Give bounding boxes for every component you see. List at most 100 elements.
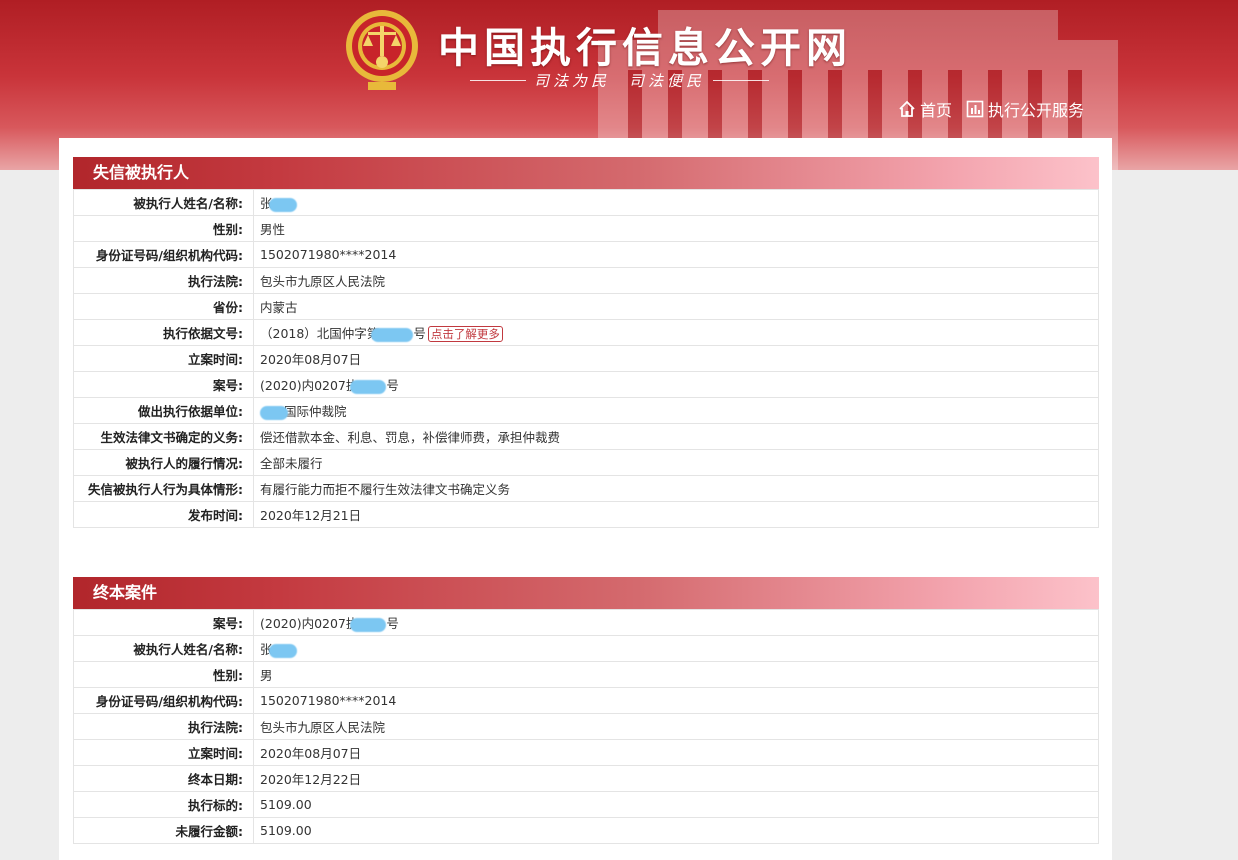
row-label: 省份: (73, 293, 254, 320)
row-value: (2020)内0207执 号 (253, 371, 1099, 398)
row-label: 立案时间: (73, 739, 254, 766)
row-value: 1502071980****2014 (253, 241, 1099, 268)
issuer-value: 国际仲裁院 (284, 404, 347, 419)
table-row: 身份证号码/组织机构代码: 1502071980****2014 (73, 241, 1099, 268)
row-value: 5109.00 (253, 791, 1099, 818)
nav-home-label: 首页 (920, 101, 953, 120)
table-row: 省份: 内蒙古 (73, 293, 1099, 320)
terminated-section: 终本案件 案号: (2020)内0207执 号 被执行人姓名/名称: 张 性别: … (73, 577, 1099, 844)
row-value: 5109.00 (253, 817, 1099, 844)
row-label: 立案时间: (73, 345, 254, 372)
row-label: 被执行人姓名/名称: (73, 189, 254, 216)
row-value: 2020年12月21日 (253, 501, 1099, 528)
row-value: 2020年08月07日 (253, 345, 1099, 372)
row-label: 失信被执行人行为具体情形: (73, 475, 254, 502)
table-row: 被执行人姓名/名称: 张 (73, 635, 1099, 662)
row-value: 男 (253, 661, 1099, 688)
table-row: 立案时间: 2020年08月07日 (73, 739, 1099, 766)
table-row: 身份证号码/组织机构代码: 1502071980****2014 (73, 687, 1099, 714)
table-row: 执行法院: 包头市九原区人民法院 (73, 713, 1099, 740)
section-title: 终本案件 (73, 577, 1099, 609)
row-value: 全部未履行 (253, 449, 1099, 476)
row-value: 有履行能力而拒不履行生效法律文书确定义务 (253, 475, 1099, 502)
row-label: 做出执行依据单位: (73, 397, 254, 424)
table-row: 执行标的: 5109.00 (73, 791, 1099, 818)
row-label: 终本日期: (73, 765, 254, 792)
row-label: 生效法律文书确定的义务: (73, 423, 254, 450)
table-row: 被执行人姓名/名称: 张 (73, 189, 1099, 216)
row-label: 执行标的: (73, 791, 254, 818)
slogan: 司法为民 司法便民 (534, 72, 706, 90)
row-label: 身份证号码/组织机构代码: (73, 687, 254, 714)
row-label: 发布时间: (73, 501, 254, 528)
row-value: 2020年12月22日 (253, 765, 1099, 792)
chart-icon (966, 100, 984, 118)
nav-home[interactable]: 首页 (898, 97, 952, 121)
table-row: 性别: 男 (73, 661, 1099, 688)
row-value: 偿还借款本金、利息、罚息，补偿律师费，承担仲裁费 (253, 423, 1099, 450)
home-icon (899, 100, 915, 117)
row-label: 身份证号码/组织机构代码: (73, 241, 254, 268)
table-row: 被执行人的履行情况: 全部未履行 (73, 449, 1099, 476)
case-number-suffix: 号 (386, 378, 399, 393)
table-row: 性别: 男性 (73, 215, 1099, 242)
redaction-mark (268, 643, 297, 658)
row-label: 执行法院: (73, 267, 254, 294)
row-value: 包头市九原区人民法院 (253, 267, 1099, 294)
doc-number-suffix: 号 (413, 326, 426, 341)
nav-enforcement-services[interactable]: 执行公开服务 (966, 97, 1084, 121)
table-row: 发布时间: 2020年12月21日 (73, 501, 1099, 528)
row-value: (2020)内0207执 号 (253, 609, 1099, 636)
section-title: 失信被执行人 (73, 157, 1099, 189)
slogan-row: 司法为民 司法便民 (470, 70, 770, 91)
table-row: 执行法院: 包头市九原区人民法院 (73, 267, 1099, 294)
row-label: 执行依据文号: (73, 319, 254, 346)
row-value: 张 (253, 635, 1099, 662)
row-label: 案号: (73, 609, 254, 636)
row-value: 国际仲裁院 (253, 397, 1099, 424)
case-number-suffix: 号 (386, 616, 399, 631)
court-emblem-icon (346, 10, 418, 90)
nav-services-label: 执行公开服务 (988, 101, 1085, 120)
top-nav: 首页 执行公开服务 (898, 97, 1098, 121)
doc-number-prefix: （2018）北国仲字第 (260, 326, 380, 341)
slogan-divider (470, 80, 526, 81)
row-label: 执行法院: (73, 713, 254, 740)
case-number-prefix: (2020)内0207执 (260, 616, 359, 631)
redaction-mark (268, 197, 297, 212)
row-value: 内蒙古 (253, 293, 1099, 320)
table-row: 执行依据文号: （2018）北国仲字第 号点击了解更多 (73, 319, 1099, 346)
redaction-mark (350, 379, 387, 394)
row-label: 案号: (73, 371, 254, 398)
redaction-mark (260, 405, 288, 420)
site-title: 中国执行信息公开网 (438, 24, 852, 72)
row-label: 性别: (73, 215, 254, 242)
learn-more-link[interactable]: 点击了解更多 (427, 326, 503, 342)
row-value: 2020年08月07日 (253, 739, 1099, 766)
table-row: 案号: (2020)内0207执 号 (73, 609, 1099, 636)
dishonest-section: 失信被执行人 被执行人姓名/名称: 张 性别: 男性 身份证号码/组织机构代码:… (73, 157, 1099, 528)
dishonest-table: 被执行人姓名/名称: 张 性别: 男性 身份证号码/组织机构代码: 150207… (73, 189, 1099, 528)
row-label: 被执行人的履行情况: (73, 449, 254, 476)
table-row: 立案时间: 2020年08月07日 (73, 345, 1099, 372)
row-value: 张 (253, 189, 1099, 216)
row-value: （2018）北国仲字第 号点击了解更多 (253, 319, 1099, 346)
row-value: 1502071980****2014 (253, 687, 1099, 714)
redaction-mark (371, 327, 414, 342)
row-label: 未履行金额: (73, 817, 254, 844)
row-label: 性别: (73, 661, 254, 688)
slogan-divider (713, 80, 770, 81)
row-value: 男性 (253, 215, 1099, 242)
table-row: 未履行金额: 5109.00 (73, 817, 1099, 844)
case-number-prefix: (2020)内0207执 (260, 378, 359, 393)
row-label: 被执行人姓名/名称: (73, 635, 254, 662)
table-row: 失信被执行人行为具体情形: 有履行能力而拒不履行生效法律文书确定义务 (73, 475, 1099, 502)
table-row: 案号: (2020)内0207执 号 (73, 371, 1099, 398)
table-row: 终本日期: 2020年12月22日 (73, 765, 1099, 792)
terminated-table: 案号: (2020)内0207执 号 被执行人姓名/名称: 张 性别: 男 身份证… (73, 609, 1099, 844)
main-content: 失信被执行人 被执行人姓名/名称: 张 性别: 男性 身份证号码/组织机构代码:… (59, 138, 1112, 860)
table-row: 生效法律文书确定的义务: 偿还借款本金、利息、罚息，补偿律师费，承担仲裁费 (73, 423, 1099, 450)
redaction-mark (350, 617, 387, 632)
row-value: 包头市九原区人民法院 (253, 713, 1099, 740)
table-row: 做出执行依据单位: 国际仲裁院 (73, 397, 1099, 424)
